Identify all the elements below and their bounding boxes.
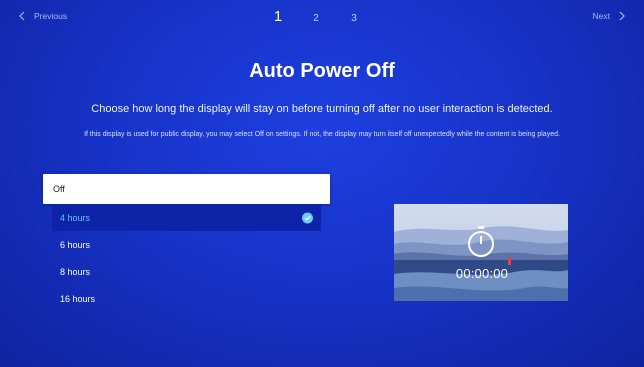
page-subtitle: Choose how long the display will stay on… [91, 103, 553, 115]
step-2: 2 [313, 13, 319, 24]
option-label: 8 hours [60, 266, 91, 277]
auto-power-off-options: Off 4 hours 6 hours 8 hours 16 hours [43, 174, 330, 312]
option-4-hours[interactable]: 4 hours [52, 204, 321, 231]
previous-label: Previous [34, 11, 68, 21]
chevron-left-icon [16, 10, 28, 22]
option-6-hours[interactable]: 6 hours [43, 231, 330, 258]
option-label: Off [53, 184, 65, 194]
step-3: 3 [351, 13, 357, 24]
option-16-hours[interactable]: 16 hours [43, 285, 330, 312]
step-indicator: 1 2 3 [272, 8, 360, 25]
step-1: 1 [273, 8, 283, 25]
check-icon [302, 212, 313, 223]
option-off[interactable]: Off [43, 174, 330, 204]
page-title: Auto Power Off [249, 60, 395, 82]
stopwatch-icon [466, 225, 496, 259]
option-label: 16 hours [60, 293, 96, 304]
record-marker [508, 257, 511, 265]
next-button[interactable]: Next [593, 10, 628, 22]
option-label: 4 hours [60, 212, 91, 223]
page-note: If this display is used for public displ… [84, 131, 560, 138]
chevron-right-icon [616, 10, 628, 22]
previous-button[interactable]: Previous [16, 10, 67, 22]
next-label: Next [592, 11, 610, 21]
timer-readout: 00:00:00 [455, 266, 509, 281]
option-8-hours[interactable]: 8 hours [43, 258, 330, 285]
option-label: 6 hours [60, 239, 91, 250]
top-navigation: Previous 1 2 3 Next [0, 0, 644, 36]
